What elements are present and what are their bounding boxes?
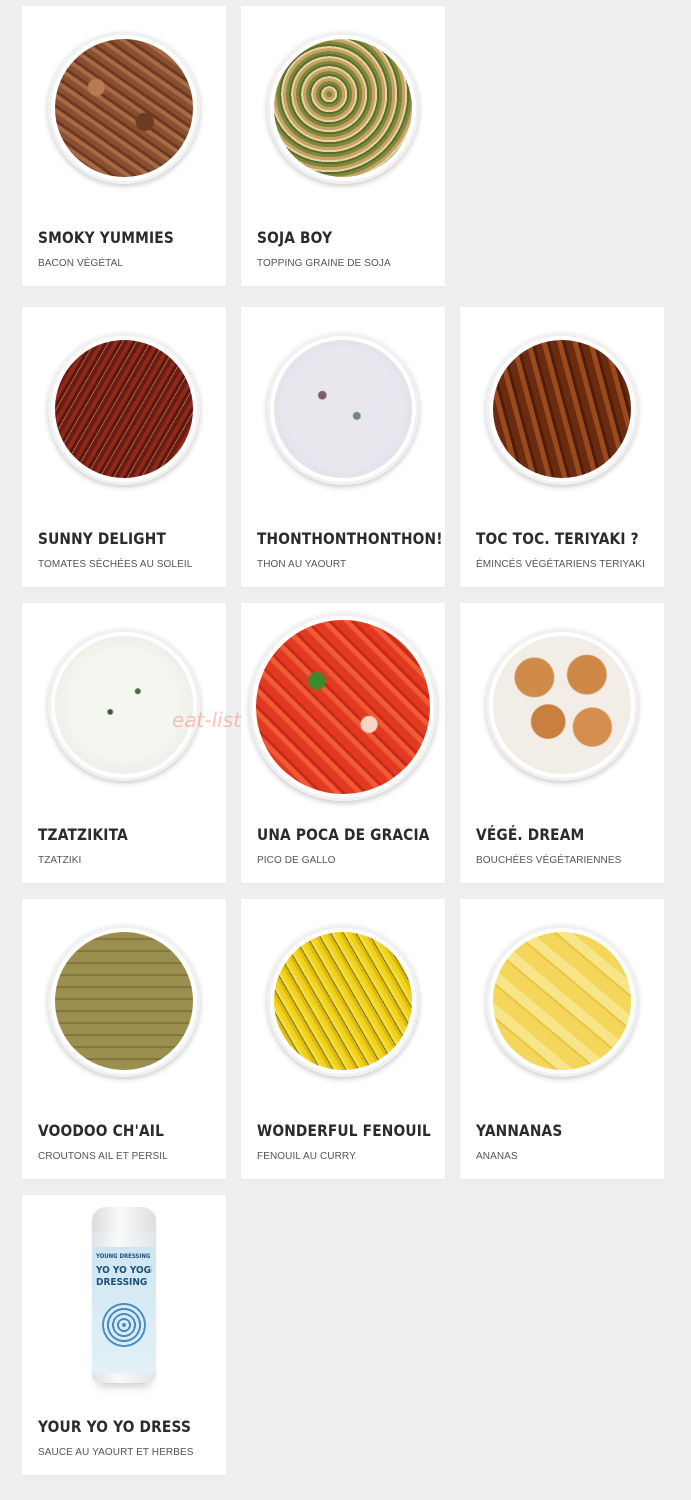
product-description: BACON VÉGÉTAL (38, 258, 124, 269)
dried-tomato-bowl-image (48, 333, 200, 485)
pico-de-gallo-bowl-image (249, 613, 437, 801)
product-description: SAUCE AU YAOURT ET HERBES (38, 1447, 194, 1458)
product-name: SUNNY DELIGHT (38, 529, 167, 548)
product-name: THONTHONTHONTHON! (257, 529, 443, 548)
product-card-smoky-yummies[interactable]: SMOKY YUMMIES BACON VÉGÉTAL (22, 6, 226, 286)
product-name: VOODOO CH'AIL (38, 1121, 165, 1140)
product-card-thonthonthonthon[interactable]: THONTHONTHONTHON! THON AU YAOURT (241, 307, 445, 587)
product-card-your-yo-yo-dress[interactable]: YOUNG DRESSING YO YO YOGHURT DRESSING YO… (22, 1195, 226, 1475)
product-name: UNA POCA DE GRACIA (257, 825, 430, 844)
pineapple-bowl-image (486, 925, 638, 1077)
product-name: WONDERFUL FENOUIL (257, 1121, 431, 1140)
dressing-bottle-image: YOUNG DRESSING YO YO YOGHURT DRESSING (22, 1195, 226, 1395)
product-name: YANNANAS (476, 1121, 563, 1140)
product-card-wonderful-fenouil[interactable]: WONDERFUL FENOUIL FENOUIL AU CURRY (241, 899, 445, 1179)
product-description: BOUCHÉES VÉGÉTARIENNES (476, 855, 622, 866)
product-name: SMOKY YUMMIES (38, 228, 174, 247)
product-card-tzatzikita[interactable]: TZATZIKITA TZATZIKI (22, 603, 226, 883)
tzatziki-bowl-image (48, 629, 200, 781)
seeds-bowl-image (267, 32, 419, 184)
product-card-voodoo-chail[interactable]: VOODOO CH'AIL CROUTONS AIL ET PERSIL (22, 899, 226, 1179)
product-name: YOUR YO YO DRESS (38, 1417, 192, 1436)
teriyaki-bowl-image (486, 333, 638, 485)
product-description: CROUTONS AIL ET PERSIL (38, 1151, 168, 1162)
product-description: ANANAS (476, 1151, 518, 1162)
product-description: PICO DE GALLO (257, 855, 336, 866)
product-description: TOPPING GRAINE DE SOJA (257, 258, 391, 269)
product-card-yannanas[interactable]: YANNANAS ANANAS (460, 899, 664, 1179)
product-name: TZATZIKITA (38, 825, 128, 844)
product-description: TZATZIKI (38, 855, 82, 866)
product-card-sunny-delight[interactable]: SUNNY DELIGHT TOMATES SÉCHÉES AU SOLEIL (22, 307, 226, 587)
product-card-una-poca-de-gracia[interactable]: UNA POCA DE GRACIA PICO DE GALLO (241, 603, 445, 883)
bacon-bowl-image (48, 32, 200, 184)
croutons-bowl-image (48, 925, 200, 1077)
product-card-vege-dream[interactable]: VÉGÉ. DREAM BOUCHÉES VÉGÉTARIENNES (460, 603, 664, 883)
product-description: ÉMINCÉS VÉGÉTARIENS TERIYAKI (476, 559, 645, 570)
product-description: TOMATES SÉCHÉES AU SOLEIL (38, 559, 193, 570)
product-description: FENOUIL AU CURRY (257, 1151, 356, 1162)
product-card-toc-toc-teriyaki[interactable]: TOC TOC. TERIYAKI ? ÉMINCÉS VÉGÉTARIENS … (460, 307, 664, 587)
tuna-yogurt-bowl-image (267, 333, 419, 485)
fennel-bowl-image (267, 925, 419, 1077)
product-name: TOC TOC. TERIYAKI ? (476, 529, 639, 548)
veggie-balls-bowl-image (486, 629, 638, 781)
product-card-soja-boy[interactable]: SOJA BOY TOPPING GRAINE DE SOJA (241, 6, 445, 286)
product-name: VÉGÉ. DREAM (476, 825, 585, 844)
product-name: SOJA BOY (257, 228, 333, 247)
product-description: THON AU YAOURT (257, 559, 347, 570)
